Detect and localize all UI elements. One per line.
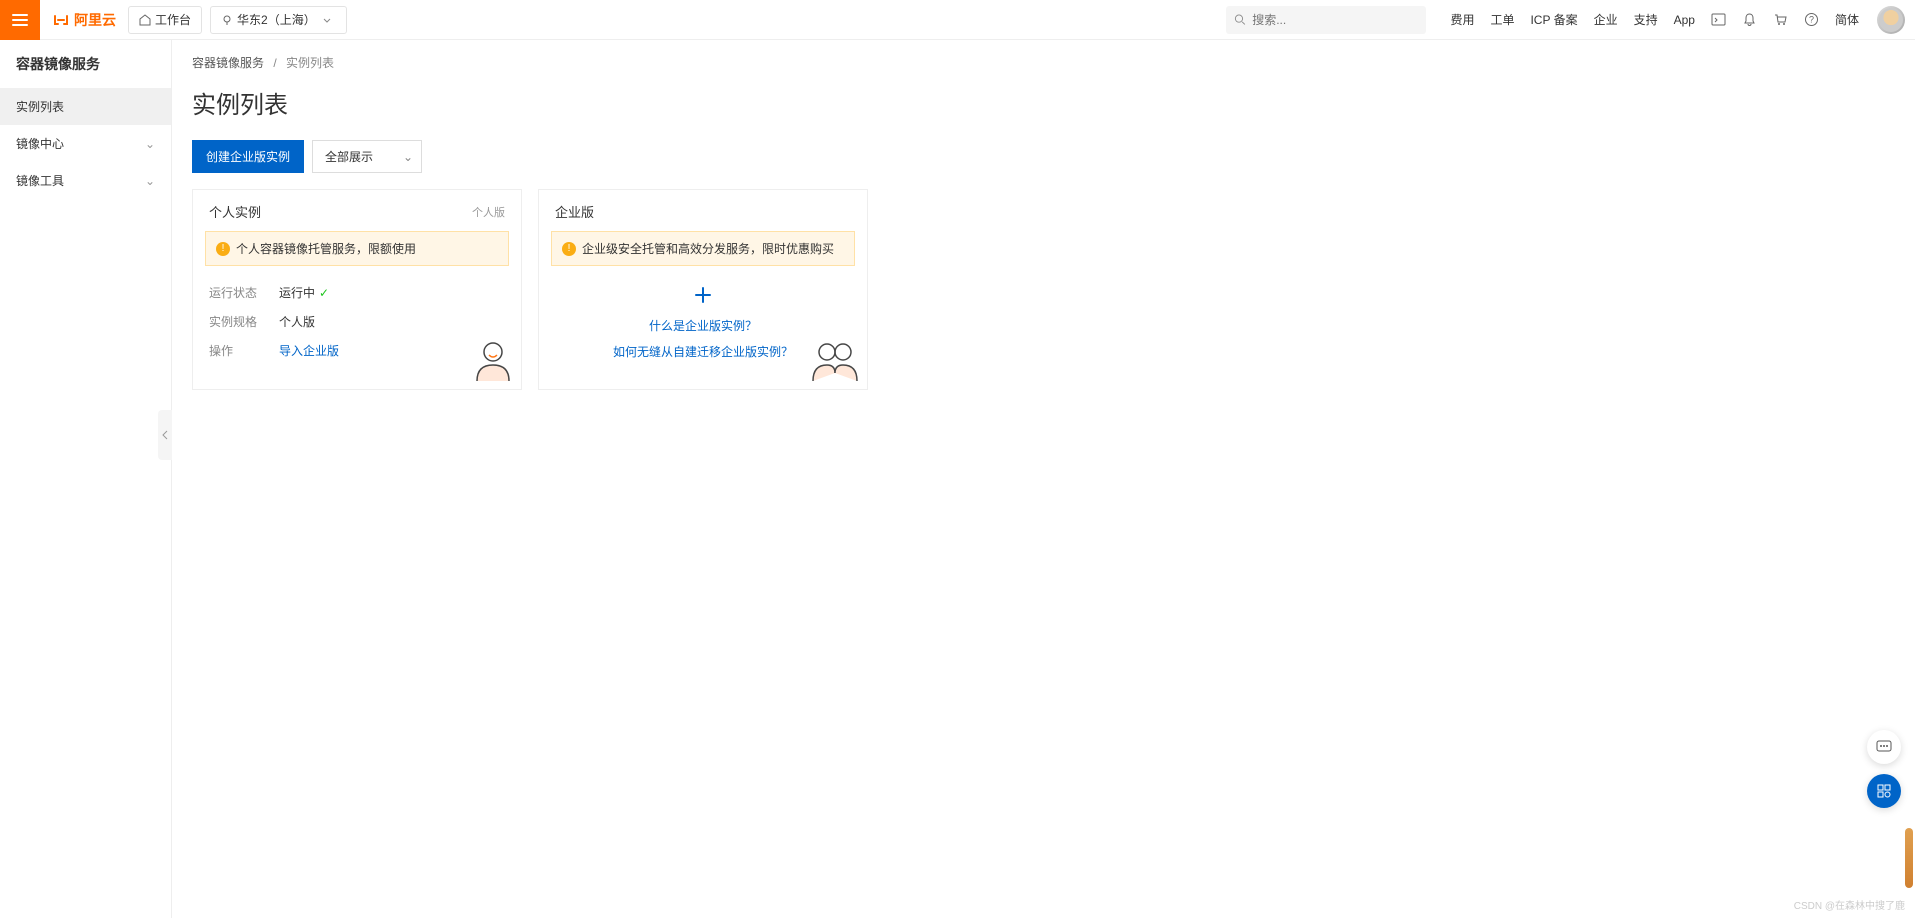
sidebar-item-image-center[interactable]: 镜像中心 ⌄ [0, 125, 171, 162]
sidebar-item-label: 镜像工具 [16, 172, 64, 189]
banner-text: 企业级安全托管和高效分发服务，限时优惠购买 [582, 240, 834, 257]
floating-buttons [1867, 730, 1901, 808]
spec-value: 个人版 [279, 313, 315, 330]
link-app[interactable]: App [1666, 13, 1703, 27]
chevron-down-icon [322, 15, 332, 25]
chevron-down-icon: ⌄ [403, 150, 413, 164]
enterprise-banner: ! 企业级安全托管和高效分发服务，限时优惠购买 [551, 231, 855, 266]
watermark: CSDN @在森林中搜了鹿 [1794, 897, 1905, 912]
card-tag: 个人版 [472, 204, 505, 220]
page-title: 实例列表 [192, 85, 1895, 120]
spec-label: 实例规格 [209, 313, 279, 330]
notification-icon[interactable] [1734, 12, 1765, 27]
card-title: 企业版 [555, 202, 594, 221]
instance-cards: 个人实例 个人版 ! 个人容器镜像托管服务，限额使用 运行状态 运行中 ✓ [192, 189, 1895, 390]
plus-icon [694, 286, 712, 304]
scroll-indicator [1905, 828, 1913, 888]
workbench-label: 工作台 [155, 11, 191, 28]
banner-text: 个人容器镜像托管服务，限额使用 [236, 240, 416, 257]
svg-text:?: ? [1809, 15, 1814, 25]
breadcrumb-root[interactable]: 容器镜像服务 [192, 56, 264, 70]
chat-button[interactable] [1867, 730, 1901, 764]
sidebar-item-label: 镜像中心 [16, 135, 64, 152]
people-icon [809, 339, 861, 383]
enterprise-card: 企业版 ! 企业级安全托管和高效分发服务，限时优惠购买 什么是企业版实例？ 如何… [538, 189, 868, 390]
chevron-down-icon: ⌄ [145, 137, 155, 151]
link-ticket[interactable]: 工单 [1482, 11, 1522, 28]
workbench-button[interactable]: 工作台 [128, 6, 202, 34]
sidebar-title: 容器镜像服务 [0, 40, 171, 88]
add-enterprise-instance[interactable] [694, 286, 712, 310]
search-input[interactable] [1252, 13, 1418, 27]
cloudshell-icon[interactable] [1703, 12, 1734, 27]
enterprise-what-link[interactable]: 什么是企业版实例？ [649, 316, 757, 338]
avatar[interactable] [1877, 6, 1905, 34]
import-enterprise-link[interactable]: 导入企业版 [279, 342, 339, 359]
region-selector[interactable]: 华东2（上海） [210, 6, 347, 34]
link-support[interactable]: 支持 [1626, 11, 1666, 28]
sidebar-item-image-tools[interactable]: 镜像工具 ⌄ [0, 162, 171, 199]
action-label: 操作 [209, 342, 279, 359]
sidebar: 容器镜像服务 实例列表 镜像中心 ⌄ 镜像工具 ⌄ [0, 40, 172, 918]
region-label: 华东2（上海） [237, 11, 316, 28]
cart-icon[interactable] [1765, 12, 1796, 27]
search-icon [1234, 13, 1246, 26]
check-icon: ✓ [319, 286, 329, 300]
breadcrumb-current: 实例列表 [286, 56, 334, 70]
chevron-left-icon [161, 430, 169, 440]
top-header: 阿里云 工作台 华东2（上海） 费用 工单 ICP 备案 企业 支持 App ?… [0, 0, 1915, 40]
warning-icon: ! [562, 242, 576, 256]
sidebar-collapse[interactable] [158, 410, 172, 460]
logo-text: 阿里云 [74, 10, 116, 30]
create-enterprise-button[interactable]: 创建企业版实例 [192, 140, 304, 173]
filter-select[interactable]: 全部展示 ⌄ [312, 140, 422, 173]
status-value: 运行中 ✓ [279, 284, 329, 301]
chevron-down-icon: ⌄ [145, 174, 155, 188]
link-icp[interactable]: ICP 备案 [1522, 11, 1585, 28]
location-icon [221, 14, 233, 26]
search-box[interactable] [1226, 6, 1426, 34]
breadcrumb-separator: / [273, 56, 276, 70]
action-row: 创建企业版实例 全部展示 ⌄ [192, 140, 1895, 173]
filter-value: 全部展示 [325, 150, 373, 164]
breadcrumb: 容器镜像服务 / 实例列表 [192, 40, 1895, 85]
sidebar-item-instances[interactable]: 实例列表 [0, 88, 171, 125]
link-lang[interactable]: 简体 [1827, 11, 1867, 28]
main-content: 容器镜像服务 / 实例列表 实例列表 创建企业版实例 全部展示 ⌄ 个人实例 个… [172, 40, 1915, 918]
hamburger-icon [11, 11, 29, 29]
person-icon [471, 339, 515, 383]
personal-instance-card: 个人实例 个人版 ! 个人容器镜像托管服务，限额使用 运行状态 运行中 ✓ [192, 189, 522, 390]
personal-banner: ! 个人容器镜像托管服务，限额使用 [205, 231, 509, 266]
help-icon[interactable]: ? [1796, 12, 1827, 27]
warning-icon: ! [216, 242, 230, 256]
logo[interactable]: 阿里云 [52, 10, 116, 30]
card-title: 个人实例 [209, 202, 261, 221]
sidebar-item-label: 实例列表 [16, 98, 64, 115]
link-fee[interactable]: 费用 [1442, 11, 1482, 28]
chat-icon [1876, 739, 1892, 755]
enterprise-migrate-link[interactable]: 如何无缝从自建迁移企业版实例？ [613, 342, 793, 364]
apps-button[interactable] [1867, 774, 1901, 808]
link-enterprise[interactable]: 企业 [1586, 11, 1626, 28]
status-label: 运行状态 [209, 284, 279, 301]
menu-toggle[interactable] [0, 0, 40, 40]
home-icon [139, 14, 151, 26]
apps-icon [1876, 783, 1892, 799]
aliyun-logo-icon [52, 11, 70, 29]
